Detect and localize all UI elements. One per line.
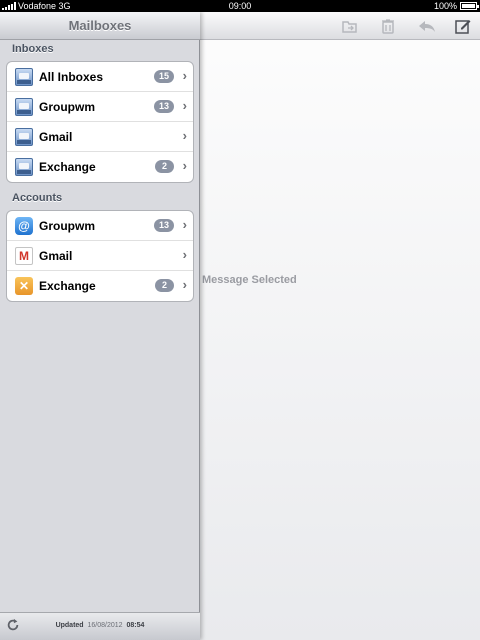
chevron-right-icon: ›: [182, 277, 187, 292]
chevron-right-icon: ›: [182, 158, 187, 173]
row-label: Gmail: [39, 130, 73, 144]
inboxes-section-label: Inboxes: [12, 43, 54, 55]
move-folder-icon[interactable]: [342, 18, 358, 34]
inbox-icon: [15, 98, 33, 116]
chevron-right-icon: ›: [182, 68, 187, 83]
unread-badge: 15: [153, 70, 174, 83]
mailboxes-header: Mailboxes: [0, 12, 200, 40]
inbox-icon: [15, 128, 33, 146]
page-title: Mailboxes: [68, 18, 132, 33]
status-bar: Vodafone 3G 09:00 100%: [0, 0, 480, 12]
battery-icon: [460, 2, 479, 10]
row-label: Groupwm: [39, 219, 95, 233]
status-right: 100%: [433, 1, 479, 11]
unread-badge: 2: [155, 160, 174, 173]
updated-date: 16/08/2012: [87, 622, 123, 629]
accounts-section-label: Accounts: [12, 192, 63, 204]
clock: 09:00: [228, 1, 252, 11]
row-label: Exchange: [39, 279, 96, 293]
at-sign-icon: @: [15, 217, 33, 235]
account-row-gmail[interactable]: M Gmail ›: [7, 241, 193, 271]
reply-icon[interactable]: [418, 18, 435, 34]
accounts-list: @ Groupwm 13 › M Gmail › ✕ Exchange 2 ›: [6, 210, 194, 302]
mailboxes-footer: Updated 16/08/2012 08:54: [0, 612, 200, 640]
mailboxes-panel: Mailboxes Inboxes All Inboxes 15 › Group…: [0, 12, 200, 640]
exchange-icon: ✕: [15, 277, 33, 295]
compose-icon[interactable]: [455, 18, 471, 34]
inbox-row-all-inboxes[interactable]: All Inboxes 15 ›: [7, 62, 193, 92]
updated-status: Updated 16/08/2012 08:54: [0, 622, 200, 629]
row-label: All Inboxes: [39, 70, 104, 84]
updated-time: 08:54: [126, 622, 145, 629]
gmail-icon: M: [15, 247, 33, 265]
account-row-groupwm[interactable]: @ Groupwm 13 ›: [7, 211, 193, 241]
inbox-icon: [15, 158, 33, 176]
account-row-exchange[interactable]: ✕ Exchange 2 ›: [7, 271, 193, 301]
inbox-row-gmail[interactable]: Gmail ›: [7, 122, 193, 152]
unread-badge: 13: [153, 100, 174, 113]
no-message-label: Message Selected: [202, 274, 297, 286]
inbox-icon: [15, 68, 33, 86]
battery-percent: 100%: [433, 1, 457, 11]
inbox-row-groupwm[interactable]: Groupwm 13 ›: [7, 92, 193, 122]
trash-icon[interactable]: [380, 18, 396, 34]
row-label: Groupwm: [39, 100, 95, 114]
chevron-right-icon: ›: [182, 98, 187, 113]
chevron-right-icon: ›: [182, 128, 187, 143]
chevron-right-icon: ›: [182, 247, 187, 262]
updated-label: Updated: [55, 622, 84, 629]
inbox-row-exchange[interactable]: Exchange 2 ›: [7, 152, 193, 182]
unread-badge: 2: [155, 279, 174, 292]
unread-badge: 13: [153, 219, 174, 232]
inboxes-list: All Inboxes 15 › Groupwm 13 › Gmail › Ex…: [6, 61, 194, 183]
chevron-right-icon: ›: [182, 217, 187, 232]
row-label: Exchange: [39, 160, 96, 174]
row-label: Gmail: [39, 249, 73, 263]
